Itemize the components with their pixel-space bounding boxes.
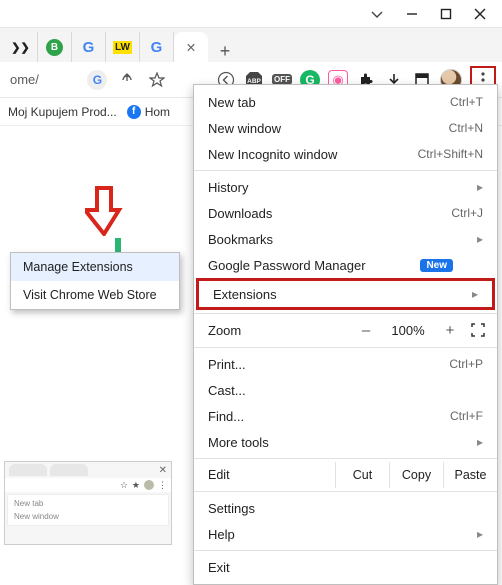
window-controls — [0, 0, 502, 28]
maximize-button[interactable] — [440, 8, 452, 20]
new-tab-button[interactable]: + — [208, 41, 242, 62]
menu-edit-label: Edit — [194, 462, 335, 488]
minimize-button[interactable] — [406, 8, 418, 20]
edit-cut-button[interactable]: Cut — [335, 462, 389, 488]
bookmark-facebook-label: Hom — [145, 105, 170, 119]
menu-google-password-manager[interactable]: Google Password Manager New — [194, 252, 497, 278]
menu-history-label: History — [208, 180, 248, 195]
thumbnail-preview: ✕ ☆★⋮ New tab New window — [4, 461, 172, 545]
menu-zoom: Zoom – 100% + — [194, 317, 497, 344]
menu-extensions[interactable]: Extensions ▸ — [196, 278, 495, 310]
menu-find-label: Find... — [208, 409, 244, 424]
menu-new-window[interactable]: New window Ctrl+N — [194, 115, 497, 141]
favicon-green-b-icon: B — [46, 39, 63, 56]
menu-help-label: Help — [208, 527, 235, 542]
window-menu-chevron-icon[interactable] — [370, 7, 384, 21]
menu-separator — [194, 491, 497, 492]
menu-history[interactable]: History ▸ — [194, 174, 497, 200]
zoom-in-button[interactable]: + — [439, 322, 461, 339]
menu-print-label: Print... — [208, 357, 246, 372]
menu-downloads-label: Downloads — [208, 206, 272, 221]
menu-new-tab[interactable]: New tab Ctrl+T — [194, 89, 497, 115]
menu-separator — [194, 458, 497, 459]
manage-extensions-item[interactable]: Manage Extensions — [11, 253, 179, 281]
menu-bookmarks[interactable]: Bookmarks ▸ — [194, 226, 497, 252]
tab-3[interactable]: LW — [106, 32, 140, 62]
edit-paste-button[interactable]: Paste — [443, 462, 497, 488]
fullscreen-icon[interactable] — [471, 323, 487, 339]
menu-more-tools-label: More tools — [208, 435, 269, 450]
menu-settings[interactable]: Settings — [194, 495, 497, 521]
menu-incognito-label: New Incognito window — [208, 147, 337, 162]
menu-new-tab-shortcut: Ctrl+T — [450, 95, 483, 109]
menu-find-shortcut: Ctrl+F — [450, 409, 483, 423]
menu-exit-label: Exit — [208, 560, 230, 575]
tab-0[interactable]: ❯❯ — [4, 32, 38, 62]
menu-downloads[interactable]: Downloads Ctrl+J — [194, 200, 497, 226]
menu-incognito-shortcut: Ctrl+Shift+N — [418, 147, 483, 161]
menu-bookmarks-label: Bookmarks — [208, 232, 273, 247]
menu-print[interactable]: Print... Ctrl+P — [194, 351, 497, 377]
tab-active[interactable]: ✕ — [174, 32, 208, 62]
visit-webstore-item[interactable]: Visit Chrome Web Store — [11, 281, 179, 309]
tab-1[interactable]: B — [38, 32, 72, 62]
share-icon[interactable] — [117, 70, 137, 90]
menu-print-shortcut: Ctrl+P — [449, 357, 483, 371]
menu-cast-label: Cast... — [208, 383, 246, 398]
mini-menu-item-1: New window — [10, 510, 166, 523]
bookmark-facebook[interactable]: f Hom — [127, 105, 170, 119]
menu-gpm-label: Google Password Manager — [208, 258, 366, 273]
bookmark-star-icon[interactable] — [147, 70, 167, 90]
new-badge: New — [420, 259, 453, 272]
menu-find[interactable]: Find... Ctrl+F — [194, 403, 497, 429]
chevron-right-icon: ▸ — [477, 527, 483, 541]
menu-downloads-shortcut: Ctrl+J — [451, 206, 483, 220]
extensions-submenu: Manage Extensions Visit Chrome Web Store — [10, 252, 180, 310]
edit-copy-button[interactable]: Copy — [389, 462, 443, 488]
mini-menu-item-0: New tab — [10, 497, 166, 510]
close-tab-icon[interactable]: ✕ — [186, 40, 196, 55]
address-text[interactable]: ome/ — [10, 72, 39, 87]
google-services-icon[interactable]: G — [87, 70, 107, 90]
tab-strip: ❯❯ B G LW G ✕ + — [0, 28, 502, 62]
menu-extensions-label: Extensions — [213, 287, 277, 302]
callout-arrow-icon — [85, 186, 123, 239]
favicon-google-icon: G — [151, 39, 163, 56]
menu-incognito[interactable]: New Incognito window Ctrl+Shift+N — [194, 141, 497, 167]
menu-zoom-label: Zoom — [208, 323, 345, 338]
menu-new-window-label: New window — [208, 121, 281, 136]
menu-separator — [194, 550, 497, 551]
chevron-right-icon: ▸ — [472, 287, 478, 301]
menu-separator — [194, 170, 497, 171]
facebook-icon: f — [127, 105, 141, 119]
favicon-lw-icon: LW — [113, 41, 132, 54]
menu-help[interactable]: Help ▸ — [194, 521, 497, 547]
chevron-right-icon: ▸ — [477, 232, 483, 246]
tab-4[interactable]: G — [140, 32, 174, 62]
zoom-out-button[interactable]: – — [355, 322, 377, 339]
chrome-menu: New tab Ctrl+T New window Ctrl+N New Inc… — [193, 84, 498, 585]
menu-new-tab-label: New tab — [208, 95, 256, 110]
menu-more-tools[interactable]: More tools ▸ — [194, 429, 497, 455]
menu-cast[interactable]: Cast... — [194, 377, 497, 403]
chevron-right-icon: ▸ — [477, 180, 483, 194]
green-fragment — [115, 238, 121, 252]
menu-edit-row: Edit Cut Copy Paste — [194, 462, 497, 488]
bookmark-kupujem[interactable]: Moj Kupujem Prod... — [8, 105, 117, 119]
chevron-right-icon: ▸ — [477, 435, 483, 449]
close-button[interactable] — [474, 8, 486, 20]
menu-new-window-shortcut: Ctrl+N — [449, 121, 483, 135]
favicon-arrows-icon: ❯❯ — [11, 41, 29, 54]
tab-2[interactable]: G — [72, 32, 106, 62]
zoom-value: 100% — [387, 323, 429, 338]
menu-settings-label: Settings — [208, 501, 255, 516]
menu-exit[interactable]: Exit — [194, 554, 497, 580]
menu-separator — [194, 347, 497, 348]
menu-separator — [194, 313, 497, 314]
favicon-google-icon: G — [83, 39, 95, 56]
